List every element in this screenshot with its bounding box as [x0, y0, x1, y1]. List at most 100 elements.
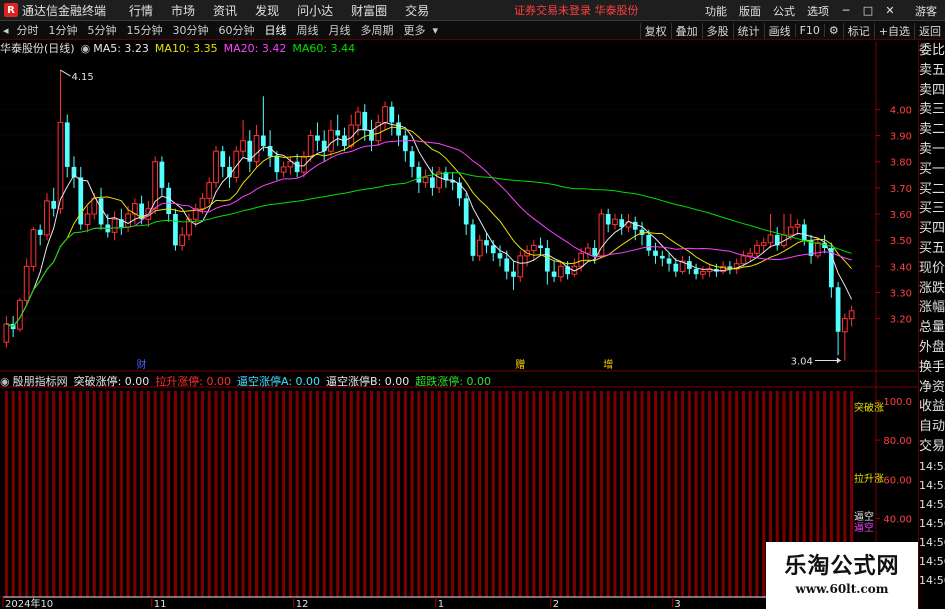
date-axis: 2024年10 11 12 1 2 3 [2, 597, 681, 609]
candle-body [787, 226, 794, 236]
menu-bar: R 通达信金融终端 行情 市场 资讯 发现 问小达 财富圈 交易 证券交易未登录… [0, 0, 945, 21]
indicator-tick-label: 100.0 [883, 397, 912, 408]
candle-body [23, 265, 30, 301]
indicator-series-label: 突破涨 [854, 401, 884, 414]
menu-ask[interactable]: 问小达 [288, 2, 342, 19]
candle-body [84, 213, 91, 225]
menu-function[interactable]: 功能 [699, 3, 733, 19]
quote-label: 买四 [919, 221, 945, 237]
gear-icon[interactable]: ⚙ [823, 24, 843, 37]
event-marker: 财 [137, 358, 147, 371]
candle-body [511, 271, 516, 277]
tool-overlay[interactable]: 叠加 [670, 22, 702, 39]
tick-header-trade: 交易 [919, 438, 945, 454]
kline-chart[interactable]: 4.00 3.90 3.80 3.70 3.60 3.50 3.40 3.30 3.20 4.1… [0, 41, 918, 609]
candle-body [767, 234, 774, 244]
candle-body [213, 150, 219, 184]
guest-user[interactable]: 游客 [901, 3, 945, 19]
candle-body [30, 229, 37, 267]
minimize-icon[interactable]: ─ [835, 4, 857, 17]
tool-f10[interactable]: F10 [794, 24, 824, 37]
tick-header-auto[interactable]: 自动 [919, 417, 945, 437]
candle-body [632, 221, 638, 230]
quote-label: 换手 [919, 359, 945, 375]
menu-layout[interactable]: 版面 [733, 3, 767, 19]
period-intraday[interactable]: 分时 [12, 22, 44, 38]
period-weekly[interactable]: 周线 [292, 22, 324, 38]
menu-trade[interactable]: 交易 [396, 2, 438, 19]
menu-market[interactable]: 市场 [162, 2, 204, 19]
candle-body [64, 122, 70, 167]
tick-time: 14:56 [919, 554, 945, 568]
tool-adjust[interactable]: 复权 [639, 22, 671, 39]
indicator-tick-label: 60.00 [883, 475, 912, 486]
candle-body [274, 156, 280, 173]
period-60min[interactable]: 60分钟 [214, 22, 260, 38]
quote-label: 外盘 [919, 339, 945, 355]
candle-body [605, 214, 611, 225]
event-marker: 增 [603, 358, 613, 371]
candle-body [315, 135, 320, 141]
period-30min[interactable]: 30分钟 [168, 22, 214, 38]
period-more[interactable]: 更多 [399, 22, 431, 38]
tool-mark[interactable]: 标记 [842, 22, 874, 39]
candle-body [760, 242, 767, 246]
tick-time: 14:56 [919, 535, 945, 549]
period-1min[interactable]: 1分钟 [44, 22, 83, 38]
menu-formula[interactable]: 公式 [767, 3, 801, 19]
candle-body [659, 255, 665, 259]
candle-body [430, 177, 435, 188]
candle-body [44, 200, 50, 236]
quote-label: 收益 [919, 399, 945, 415]
candle-body [484, 240, 489, 246]
candle-body [740, 255, 747, 265]
candle-body [51, 200, 57, 209]
quote-label: 卖五 [919, 62, 945, 78]
tool-add-watch[interactable]: +自选 [873, 22, 914, 39]
candle-body [335, 130, 341, 136]
period-daily[interactable]: 日线 [260, 22, 292, 38]
price-tick-label: 3.30 [890, 289, 912, 300]
menu-wealth[interactable]: 财富圈 [342, 2, 396, 19]
app-title: 通达信金融终端 [22, 3, 107, 18]
candle-body [490, 245, 496, 254]
price-tick-label: 3.90 [890, 132, 912, 143]
price-axis: 4.00 3.90 3.80 3.70 3.60 3.50 3.40 3.30 3.20 [890, 105, 912, 325]
candle-body [173, 214, 178, 246]
more-dropdown-icon[interactable]: ▾ [431, 24, 441, 37]
price-tick-label: 3.50 [890, 236, 912, 247]
candle-body [328, 129, 334, 152]
menu-news[interactable]: 资讯 [204, 2, 246, 19]
candle-body [179, 234, 186, 246]
candle-body [402, 135, 408, 152]
date-label: 2024年10 [5, 597, 53, 609]
period-multi[interactable]: 多周期 [356, 22, 399, 38]
collapse-icon[interactable]: ◂ [0, 24, 12, 37]
menu-discover[interactable]: 发现 [246, 2, 288, 19]
period-monthly[interactable]: 月线 [324, 22, 356, 38]
price-tick-label: 3.60 [890, 210, 912, 221]
maximize-icon[interactable]: □ [857, 4, 879, 17]
tool-stats[interactable]: 统计 [732, 22, 764, 39]
login-status[interactable]: 证券交易未登录 华泰股份 [514, 2, 639, 18]
menu-quotes[interactable]: 行情 [120, 2, 162, 19]
tool-multi-stock[interactable]: 多股 [701, 22, 733, 39]
tool-back[interactable]: 返回 [914, 22, 945, 39]
period-15min[interactable]: 15分钟 [122, 22, 168, 38]
high-pointer [60, 69, 71, 77]
date-label: 12 [296, 599, 309, 609]
candle-body [504, 258, 510, 272]
candle-body [693, 268, 699, 275]
quote-label: 净资 [919, 379, 945, 395]
indicator-tick-label: 80.00 [883, 436, 912, 447]
quote-label: 现价 [919, 260, 945, 276]
candle-body [612, 218, 618, 225]
candle-body [416, 166, 422, 183]
tick-time: 14:56 [919, 573, 945, 587]
period-5min[interactable]: 5分钟 [83, 22, 122, 38]
tool-draw[interactable]: 画线 [763, 22, 795, 39]
close-icon[interactable]: ✕ [879, 4, 901, 17]
quote-label: 总量 [919, 320, 945, 336]
menu-options[interactable]: 选项 [801, 3, 835, 19]
right-menu-group: 功能 版面 公式 选项 ─ □ ✕ 游客 [699, 0, 945, 21]
